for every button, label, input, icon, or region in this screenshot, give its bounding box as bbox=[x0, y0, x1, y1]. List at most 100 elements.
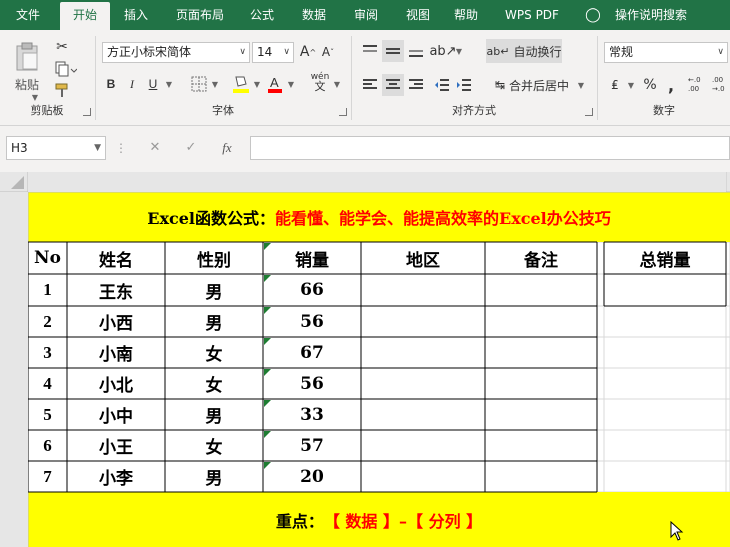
sales-cell[interactable]: 56 bbox=[263, 368, 361, 399]
row-header-4[interactable] bbox=[0, 306, 28, 337]
align-right-icon[interactable] bbox=[406, 74, 426, 96]
row-header-10[interactable] bbox=[0, 492, 28, 547]
cut-icon[interactable]: ✂ bbox=[52, 38, 72, 56]
accounting-format-icon[interactable]: ₤ bbox=[604, 74, 626, 96]
error-indicator-icon[interactable] bbox=[264, 400, 271, 407]
error-indicator-icon[interactable] bbox=[264, 275, 271, 282]
tab-view[interactable]: 视图 bbox=[396, 0, 440, 30]
underline-button[interactable]: U bbox=[144, 74, 162, 94]
name-cell[interactable]: 小西 bbox=[67, 306, 165, 337]
accounting-dropdown-icon[interactable]: ▼ bbox=[626, 74, 636, 96]
name-cell[interactable]: 王东 bbox=[67, 274, 165, 306]
paste-button[interactable]: 粘贴 bbox=[8, 76, 46, 92]
grow-font-button[interactable]: A ^ bbox=[300, 42, 316, 62]
formula-input[interactable] bbox=[250, 136, 730, 160]
shrink-font-button[interactable]: Aˇ bbox=[320, 42, 336, 62]
row-header-3[interactable] bbox=[0, 274, 28, 306]
no-cell[interactable]: 7 bbox=[28, 461, 67, 492]
gender-cell[interactable]: 女 bbox=[165, 337, 263, 368]
name-cell[interactable]: 小王 bbox=[67, 430, 165, 461]
row-header-6[interactable] bbox=[0, 368, 28, 399]
remark-cell[interactable] bbox=[485, 306, 597, 337]
footer-cell[interactable]: 重点：【 数据 】–【 分列 】 bbox=[28, 492, 730, 547]
tell-me-search[interactable]: 操作说明搜索 bbox=[606, 0, 696, 30]
gender-cell[interactable]: 男 bbox=[165, 461, 263, 492]
gender-cell[interactable]: 女 bbox=[165, 430, 263, 461]
region-cell[interactable] bbox=[361, 461, 485, 492]
remark-cell[interactable] bbox=[485, 337, 597, 368]
row-header-8[interactable] bbox=[0, 430, 28, 461]
align-bottom-icon[interactable] bbox=[406, 40, 426, 62]
align-left-icon[interactable] bbox=[360, 74, 380, 96]
column-header-d[interactable] bbox=[263, 172, 361, 192]
format-painter-icon[interactable] bbox=[52, 82, 72, 100]
tab-file[interactable]: 文件 bbox=[6, 0, 50, 30]
tab-data[interactable]: 数据 bbox=[292, 0, 336, 30]
orientation-icon[interactable]: ab↗ bbox=[429, 40, 456, 62]
remark-cell[interactable] bbox=[485, 461, 597, 492]
column-header-g[interactable] bbox=[597, 172, 604, 192]
gender-cell[interactable]: 女 bbox=[165, 368, 263, 399]
align-center-icon[interactable] bbox=[382, 74, 404, 96]
sales-cell[interactable]: 20 bbox=[263, 461, 361, 492]
column-header-a[interactable] bbox=[28, 172, 67, 192]
sales-cell[interactable]: 33 bbox=[263, 399, 361, 430]
align-top-icon[interactable] bbox=[360, 40, 380, 62]
remark-cell[interactable] bbox=[485, 399, 597, 430]
total-sales-value-cell[interactable] bbox=[604, 274, 726, 306]
table-header-cell[interactable]: 性别 bbox=[165, 242, 263, 274]
error-indicator-icon[interactable] bbox=[264, 243, 271, 250]
phonetic-dropdown-icon[interactable]: ▼ bbox=[332, 74, 342, 94]
row-header-2[interactable] bbox=[0, 242, 28, 274]
merge-dropdown-icon[interactable]: ▼ bbox=[576, 74, 586, 96]
total-sales-header[interactable]: 总销量 bbox=[604, 242, 726, 274]
cancel-button[interactable]: ✕ bbox=[140, 136, 170, 160]
name-cell[interactable]: 小北 bbox=[67, 368, 165, 399]
tab-formulas[interactable]: 公式 bbox=[240, 0, 284, 30]
enter-button[interactable]: ✓ bbox=[176, 136, 206, 160]
increase-indent-icon[interactable] bbox=[454, 74, 474, 96]
remark-cell[interactable] bbox=[485, 274, 597, 306]
no-cell[interactable]: 3 bbox=[28, 337, 67, 368]
error-indicator-icon[interactable] bbox=[264, 307, 271, 314]
underline-dropdown-icon[interactable]: ▼ bbox=[164, 74, 174, 94]
copy-icon[interactable] bbox=[52, 60, 80, 78]
column-header-c[interactable] bbox=[165, 172, 263, 192]
no-cell[interactable]: 5 bbox=[28, 399, 67, 430]
table-header-cell[interactable]: 备注 bbox=[485, 242, 597, 274]
sales-cell[interactable]: 66 bbox=[263, 274, 361, 306]
font-color-icon[interactable]: A bbox=[266, 72, 284, 96]
tab-page-layout[interactable]: 页面布局 bbox=[168, 0, 232, 30]
region-cell[interactable] bbox=[361, 306, 485, 337]
tab-insert[interactable]: 插入 bbox=[114, 0, 158, 30]
number-format-select[interactable]: 常规 ∨ bbox=[604, 42, 728, 63]
remark-cell[interactable] bbox=[485, 368, 597, 399]
phonetic-guide-button[interactable]: wén 文 bbox=[310, 70, 330, 94]
tab-review[interactable]: 审阅 bbox=[344, 0, 388, 30]
decrease-decimal-button[interactable]: .00 →.0 bbox=[712, 72, 730, 98]
font-size-select[interactable]: 14 ∨ bbox=[252, 42, 294, 63]
column-header-f[interactable] bbox=[485, 172, 597, 192]
italic-button[interactable]: I bbox=[124, 74, 140, 94]
column-header-h[interactable] bbox=[604, 172, 726, 192]
tab-help[interactable]: 帮助 bbox=[446, 0, 486, 30]
no-cell[interactable]: 2 bbox=[28, 306, 67, 337]
gender-cell[interactable]: 男 bbox=[165, 306, 263, 337]
tab-wps-pdf[interactable]: WPS PDF bbox=[496, 0, 568, 30]
paste-dropdown-icon[interactable]: ▼ bbox=[30, 92, 40, 102]
bold-button[interactable]: B bbox=[102, 74, 120, 94]
orientation-dropdown-icon[interactable]: ▼ bbox=[454, 40, 464, 62]
sales-cell[interactable]: 56 bbox=[263, 306, 361, 337]
error-indicator-icon[interactable] bbox=[264, 431, 271, 438]
column-header-e[interactable] bbox=[361, 172, 485, 192]
font-dialog-launcher-icon[interactable] bbox=[339, 108, 347, 116]
table-header-cell[interactable]: 销量 bbox=[263, 242, 361, 274]
error-indicator-icon[interactable] bbox=[264, 338, 271, 345]
borders-dropdown-icon[interactable]: ▼ bbox=[210, 74, 220, 94]
borders-icon[interactable] bbox=[188, 74, 210, 94]
table-header-cell[interactable]: 地区 bbox=[361, 242, 485, 274]
fill-color-dropdown-icon[interactable]: ▼ bbox=[252, 74, 262, 94]
region-cell[interactable] bbox=[361, 337, 485, 368]
alignment-dialog-launcher-icon[interactable] bbox=[585, 108, 593, 116]
region-cell[interactable] bbox=[361, 399, 485, 430]
